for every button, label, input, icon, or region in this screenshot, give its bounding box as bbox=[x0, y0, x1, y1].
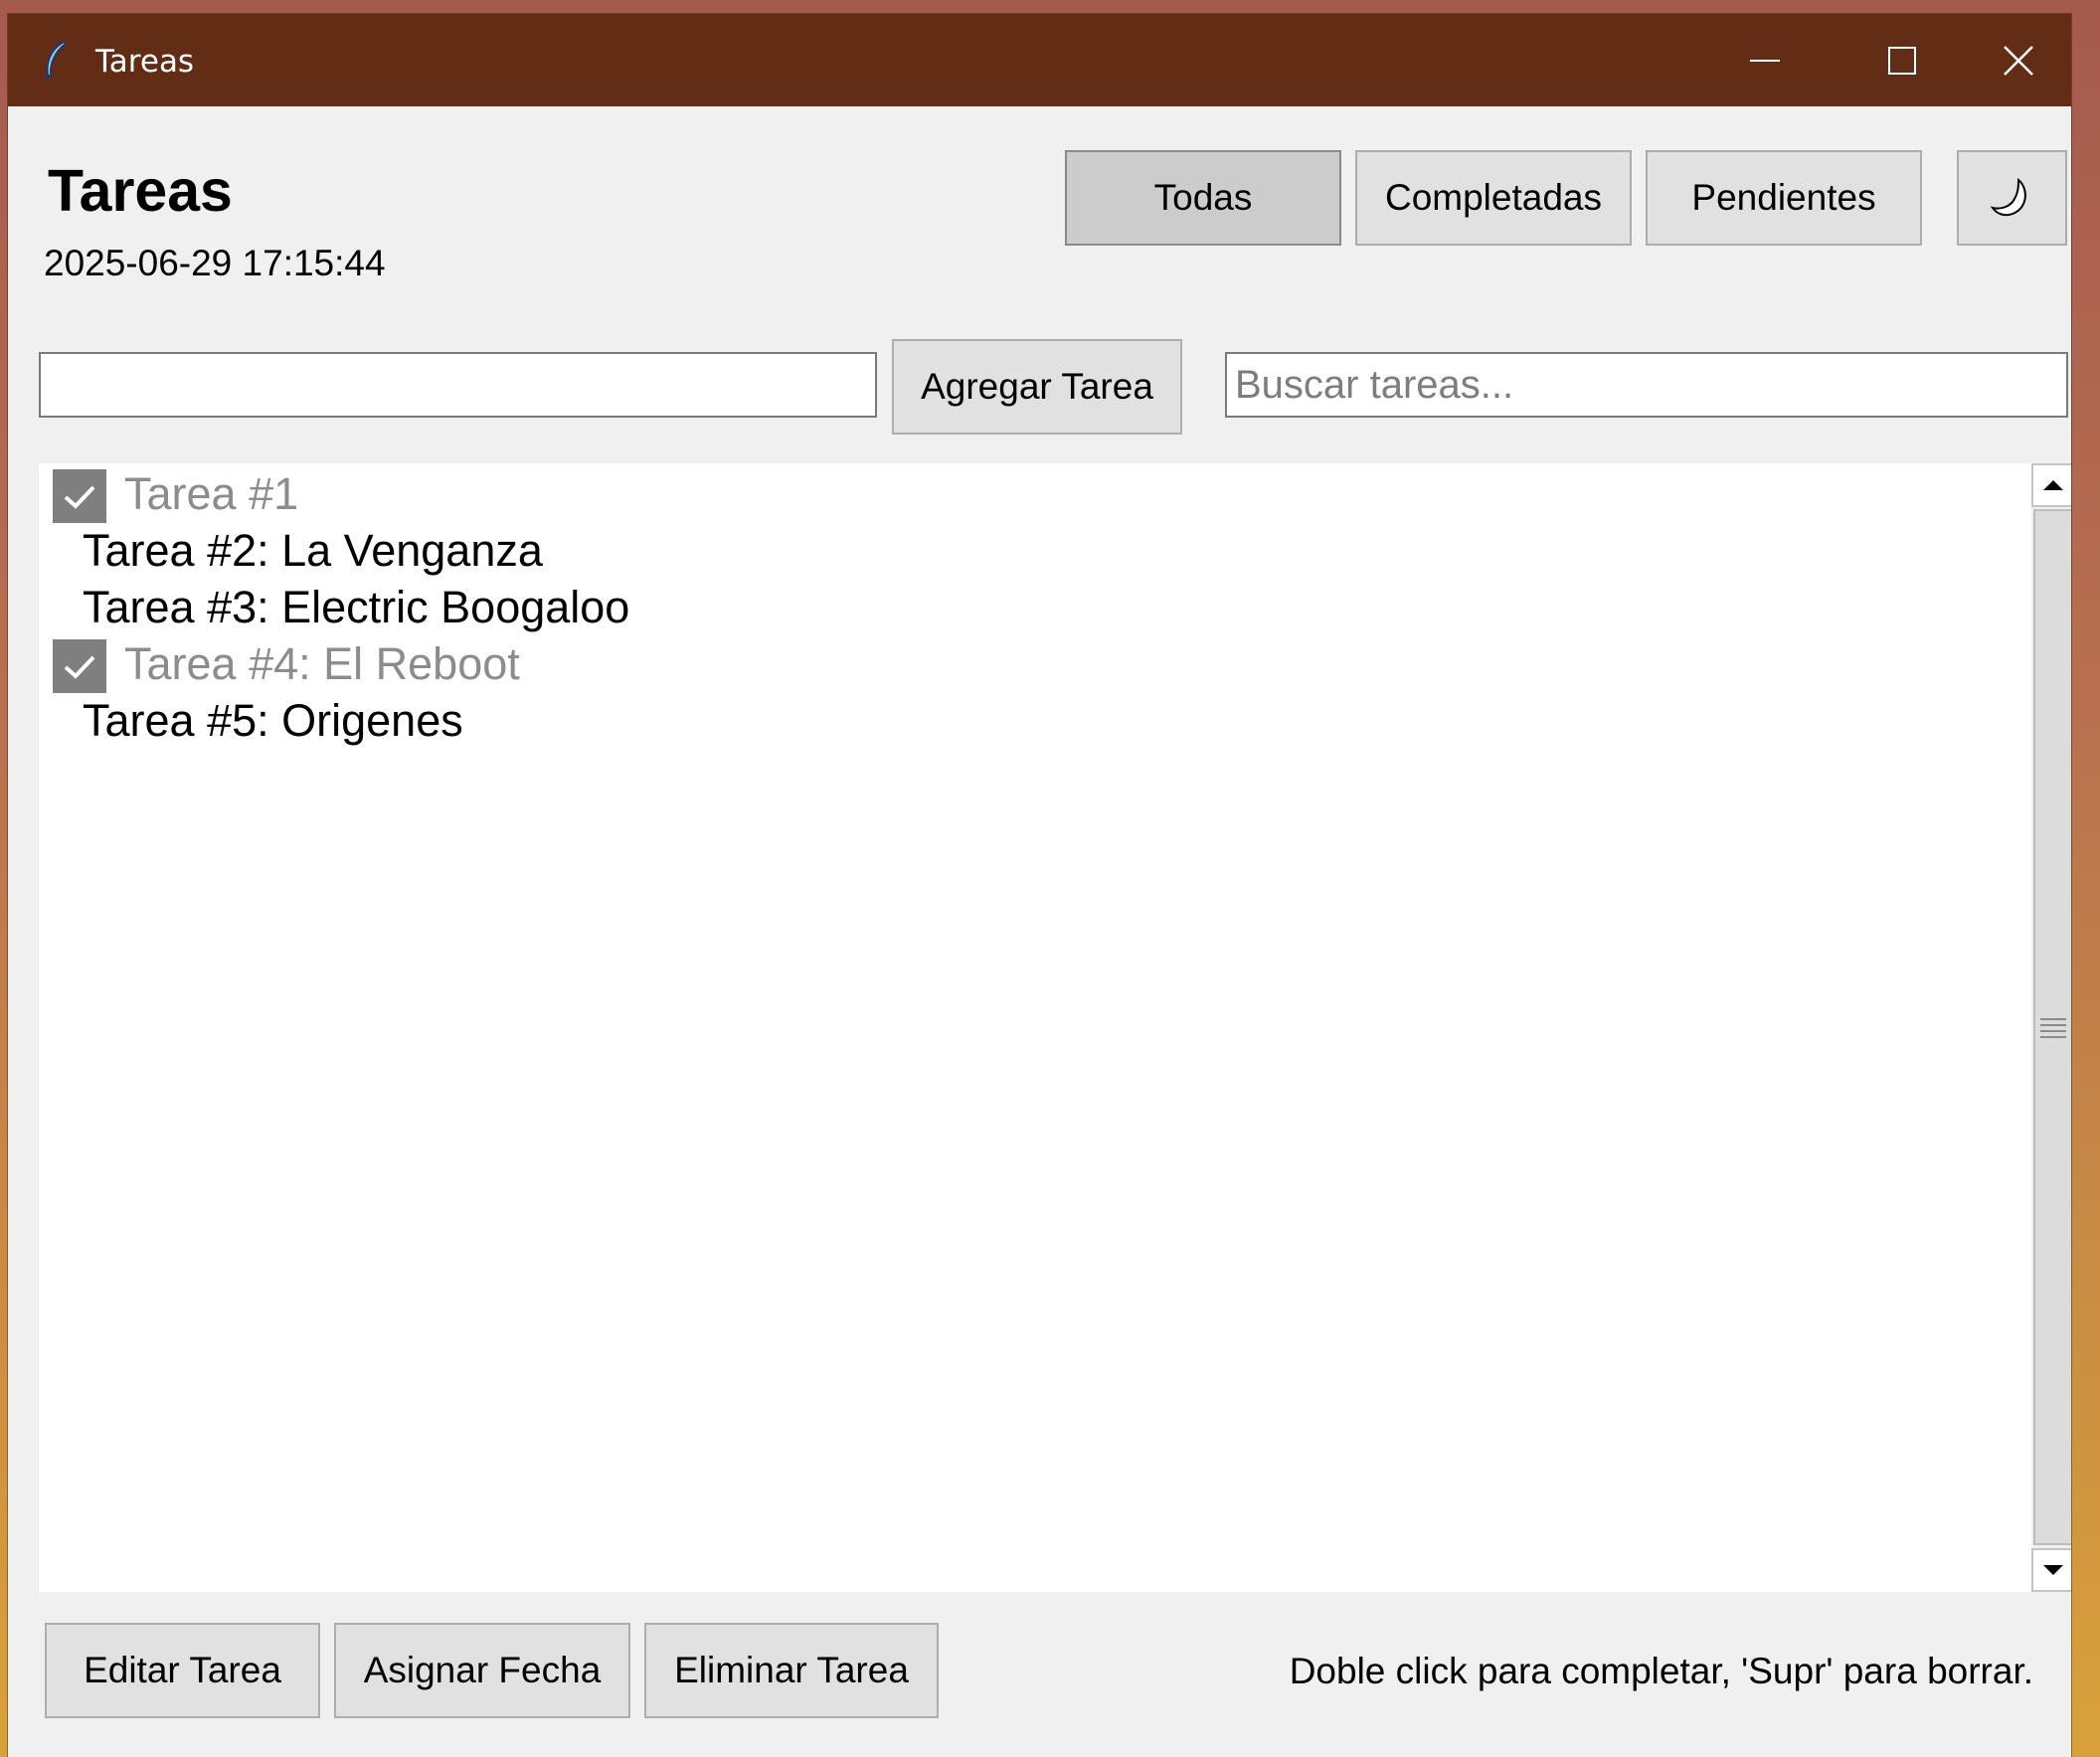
task-label: Tarea #1 bbox=[124, 468, 299, 519]
filter-pending-button[interactable]: Pendientes bbox=[1646, 150, 1922, 246]
task-item[interactable]: Tarea #1 bbox=[39, 463, 2017, 523]
task-item[interactable]: Tarea #2: La Venganza bbox=[39, 520, 2017, 577]
checkmark-icon bbox=[64, 485, 95, 509]
scrollbar-thumb[interactable] bbox=[2033, 509, 2071, 1545]
task-list[interactable]: Tarea #1 Tarea #2: La Venganza Tarea #3:… bbox=[39, 463, 2031, 1592]
add-task-button[interactable]: Agregar Tarea bbox=[892, 339, 1182, 435]
grip-icon bbox=[2040, 1018, 2066, 1038]
datetime-label: 2025-06-29 17:15:44 bbox=[44, 243, 386, 283]
task-label: Tarea #4: El Reboot bbox=[124, 638, 520, 689]
app-window: Tareas Tareas 2025-06-29 17:15:44 Todas … bbox=[8, 14, 2071, 1757]
task-label: Tarea #3: Electric Boogaloo bbox=[83, 582, 630, 632]
maximize-button[interactable] bbox=[1834, 14, 1971, 106]
scroll-up-button[interactable] bbox=[2031, 463, 2071, 507]
page-title: Tareas bbox=[48, 158, 233, 224]
minimize-icon bbox=[1750, 59, 1780, 62]
edit-task-button[interactable]: Editar Tarea bbox=[45, 1623, 320, 1718]
filter-completed-button[interactable]: Completadas bbox=[1355, 150, 1632, 246]
scroll-down-button[interactable] bbox=[2031, 1548, 2071, 1592]
vertical-scrollbar[interactable] bbox=[2031, 463, 2071, 1592]
minimize-button[interactable] bbox=[1696, 14, 1834, 106]
maximize-icon bbox=[1888, 46, 1916, 75]
arrow-up-icon bbox=[2043, 480, 2063, 490]
feather-icon bbox=[38, 40, 74, 82]
main-content: Tareas 2025-06-29 17:15:44 Todas Complet… bbox=[8, 106, 2071, 1757]
search-input[interactable] bbox=[1225, 352, 2068, 418]
task-item[interactable]: Tarea #4: El Reboot bbox=[39, 633, 2017, 693]
checkbox-checked[interactable] bbox=[53, 639, 106, 693]
title-bar[interactable]: Tareas bbox=[8, 14, 2071, 106]
close-button[interactable] bbox=[1965, 14, 2071, 106]
filter-all-button[interactable]: Todas bbox=[1065, 150, 1341, 246]
theme-toggle-button[interactable] bbox=[1957, 150, 2067, 246]
task-label: Tarea #5: Origenes bbox=[83, 695, 463, 746]
window-title: Tareas bbox=[95, 44, 195, 80]
task-item[interactable]: Tarea #3: Electric Boogaloo bbox=[39, 577, 2017, 633]
assign-date-button[interactable]: Asignar Fecha bbox=[334, 1623, 630, 1718]
arrow-down-icon bbox=[2043, 1565, 2063, 1575]
checkmark-icon bbox=[64, 655, 95, 679]
delete-task-button[interactable]: Eliminar Tarea bbox=[644, 1623, 939, 1718]
moon-icon bbox=[1990, 177, 2026, 217]
close-icon bbox=[2003, 45, 2033, 76]
checkbox-checked[interactable] bbox=[53, 469, 106, 523]
task-label: Tarea #2: La Venganza bbox=[83, 525, 543, 576]
new-task-input[interactable] bbox=[39, 352, 877, 418]
help-hint: Doble click para completar, 'Supr' para … bbox=[1289, 1651, 2033, 1691]
task-item[interactable]: Tarea #5: Origenes bbox=[39, 690, 2017, 747]
